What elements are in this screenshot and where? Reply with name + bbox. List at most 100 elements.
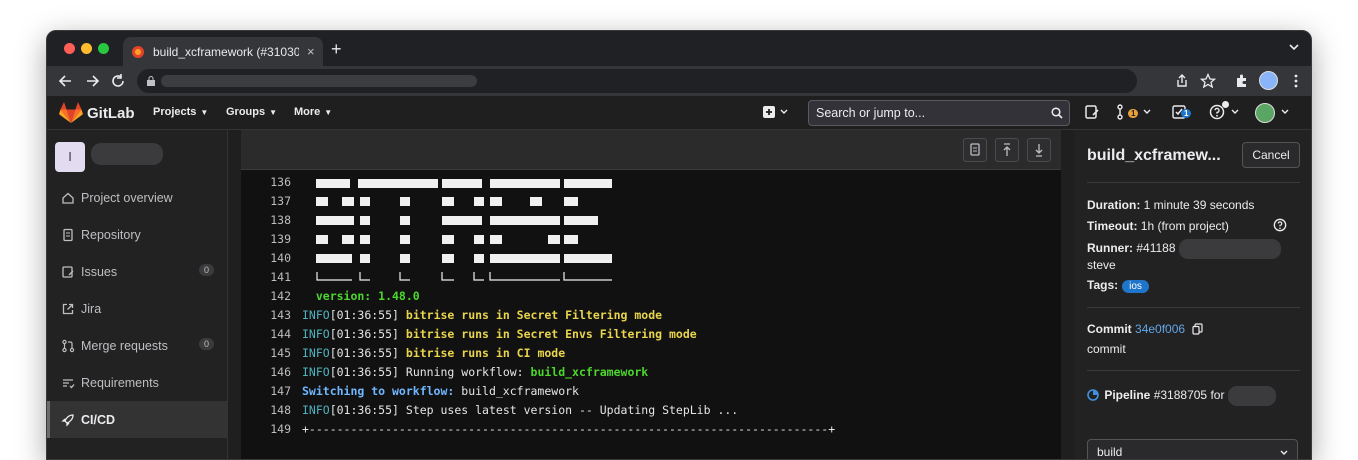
log-message: build_xcframework xyxy=(461,384,579,398)
chevron-down-icon: ▼ xyxy=(200,108,209,117)
line-number: 137 xyxy=(270,194,291,208)
tab-close-icon[interactable]: × xyxy=(307,44,315,59)
share-icon[interactable] xyxy=(1173,72,1191,90)
back-arrow-icon[interactable] xyxy=(57,72,75,90)
tags-row: Tags: ios xyxy=(1087,278,1149,293)
pipeline-id-link[interactable]: #3188705 xyxy=(1154,388,1207,402)
minimize-window-button[interactable] xyxy=(81,43,92,54)
merge-request-icon xyxy=(62,339,75,352)
log-timestamp: [01:36:55] xyxy=(329,365,399,379)
log-line: 146 INFO[01:36:55] Running workflow: buil… xyxy=(241,363,1061,382)
issues-count-badge: 0 xyxy=(198,264,214,276)
doc-icon xyxy=(63,228,73,241)
tags-label: Tags: xyxy=(1087,278,1119,292)
log-message: bitrise runs in Secret Envs Filtering mo… xyxy=(405,327,697,341)
log-message: bitrise runs in Secret Filtering mode xyxy=(405,308,663,322)
external-link-icon xyxy=(62,303,74,314)
sidebar-item-repository[interactable]: Repository xyxy=(47,216,228,253)
log-level: INFO xyxy=(302,327,330,341)
branch-name-redacted[interactable] xyxy=(1227,386,1276,406)
project-avatar[interactable]: I xyxy=(55,142,85,172)
duration-row: Duration: 1 minute 39 seconds xyxy=(1087,198,1254,212)
nav-projects[interactable]: Projects ▼ xyxy=(153,106,208,118)
timeout-label: Timeout: xyxy=(1087,219,1138,233)
reload-icon[interactable] xyxy=(109,72,127,90)
runner-name-redacted xyxy=(1178,239,1281,259)
sidebar-item-jira[interactable]: Jira xyxy=(47,290,228,327)
sidebar-item-merge-requests[interactable]: Merge requests 0 xyxy=(47,327,228,364)
gitlab-header: GitLab Projects ▼ Groups ▼ More ▼ Search or… xyxy=(47,96,1311,130)
chevron-down-icon xyxy=(1280,450,1288,455)
scroll-to-bottom-button[interactable] xyxy=(1027,138,1051,162)
user-avatar[interactable] xyxy=(1255,103,1275,123)
duration-value: 1 minute 39 seconds xyxy=(1143,198,1255,212)
runner-owner: steve xyxy=(1087,258,1116,272)
address-bar[interactable] xyxy=(137,69,1137,93)
forward-arrow-icon[interactable] xyxy=(83,72,101,90)
menu-dots-icon[interactable] xyxy=(1287,72,1305,90)
line-number: 149 xyxy=(270,422,291,436)
divider xyxy=(1087,307,1300,308)
cancel-button[interactable]: Cancel xyxy=(1242,142,1300,168)
chevron-down-icon[interactable] xyxy=(1231,109,1239,115)
new-tab-button[interactable]: + xyxy=(331,39,342,60)
job-log-panel: 136 137 138 139 140 141 142 version: 1.4… xyxy=(241,130,1061,459)
nav-more[interactable]: More ▼ xyxy=(294,106,332,118)
sidebar-item-project-overview[interactable]: Project overview xyxy=(47,179,228,216)
help-icon[interactable] xyxy=(1273,218,1287,232)
log-message: Step uses latest version -- Updating Ste… xyxy=(405,403,739,417)
timeout-value: 1h (from project) xyxy=(1140,219,1229,233)
line-number: 145 xyxy=(270,346,291,360)
sidebar-item-label: Jira xyxy=(81,301,102,316)
scroll-bottom-icon xyxy=(1035,144,1043,157)
bitrise-ascii-art-row xyxy=(316,272,612,281)
log-line: 149 +------------------------------------… xyxy=(241,420,1061,439)
sidebar-item-issues[interactable]: Issues 0 xyxy=(47,253,228,290)
log-line: 145 INFO[01:36:55] bitrise runs in CI mod… xyxy=(241,344,1061,363)
maximize-window-button[interactable] xyxy=(98,43,109,54)
gitlab-logo-icon[interactable] xyxy=(59,102,83,124)
pipeline-for-text: for xyxy=(1210,388,1225,403)
search-input[interactable]: Search or jump to... xyxy=(808,100,1070,126)
close-window-button[interactable] xyxy=(64,43,75,54)
line-number: 141 xyxy=(270,270,291,284)
log-line: 140 xyxy=(241,249,1061,268)
bitrise-ascii-art-row xyxy=(316,254,612,263)
gitlab-brand[interactable]: GitLab xyxy=(87,105,135,122)
tag-badge[interactable]: ios xyxy=(1122,280,1149,293)
project-name-redacted[interactable] xyxy=(91,143,163,165)
log-level: INFO xyxy=(302,308,330,322)
raw-log-button[interactable] xyxy=(963,138,987,162)
stage-select[interactable]: build xyxy=(1087,439,1298,459)
log-timestamp: [01:36:55] xyxy=(329,403,399,417)
commit-sha-link[interactable]: 34e0f006 xyxy=(1135,322,1185,336)
chevron-down-icon[interactable] xyxy=(1281,109,1289,115)
nav-groups[interactable]: Groups ▼ xyxy=(226,106,277,118)
new-item-plus-icon[interactable] xyxy=(761,105,791,119)
chevron-down-icon[interactable] xyxy=(1289,43,1299,51)
profile-avatar[interactable] xyxy=(1259,71,1278,90)
job-log: 136 137 138 139 140 141 142 version: 1.4… xyxy=(241,170,1061,459)
search-icon xyxy=(1051,107,1063,119)
chevron-down-icon[interactable] xyxy=(1143,109,1151,115)
log-timestamp: [01:36:55] xyxy=(329,308,399,322)
browser-tab[interactable]: build_xcframework (#3103004 × xyxy=(123,37,323,66)
issues-edit-icon[interactable] xyxy=(1084,104,1100,120)
help-notification-dot xyxy=(1222,101,1229,108)
commit-label: Commit xyxy=(1087,322,1132,336)
extensions-icon[interactable] xyxy=(1233,72,1251,90)
sidebar-item-cicd[interactable]: CI/CD xyxy=(47,401,228,438)
line-number: 138 xyxy=(270,213,291,227)
merge-requests-count-badge: 0 xyxy=(198,338,214,350)
runner-label: Runner: xyxy=(1087,241,1133,256)
line-number: 148 xyxy=(270,403,291,417)
copy-icon[interactable] xyxy=(1192,323,1204,335)
nav-groups-label: Groups xyxy=(226,106,266,118)
bookmark-star-icon[interactable] xyxy=(1199,72,1217,90)
sidebar-item-label: Merge requests xyxy=(81,338,168,353)
sidebar-item-requirements[interactable]: Requirements xyxy=(47,364,228,401)
commit-row: Commit 34e0f006 xyxy=(1087,322,1204,336)
line-number: 144 xyxy=(270,327,291,341)
scroll-to-top-button[interactable] xyxy=(995,138,1019,162)
pipeline-running-icon[interactable] xyxy=(1087,389,1099,401)
